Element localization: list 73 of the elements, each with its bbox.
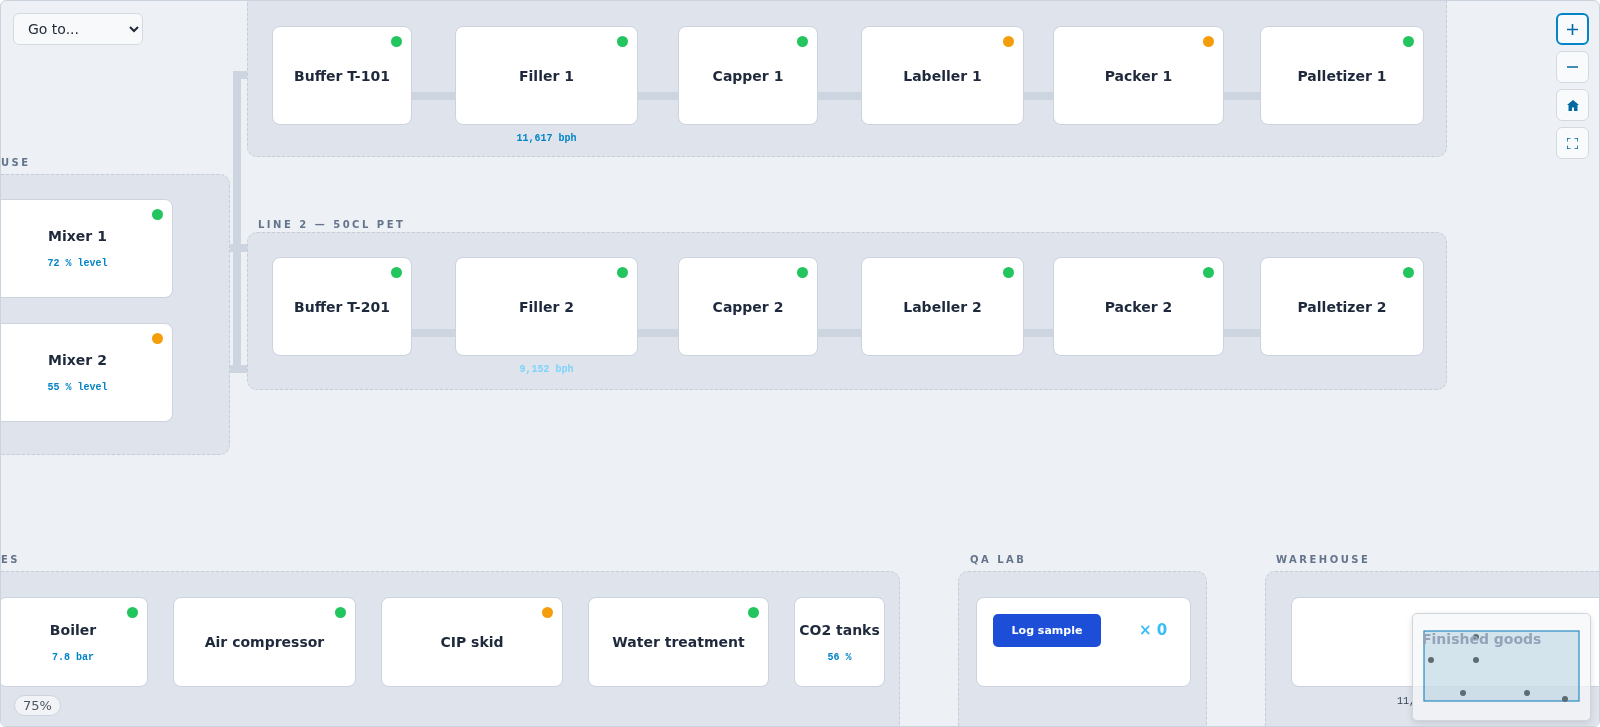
pipe-connector	[818, 329, 861, 337]
node-card[interactable]: Buffer T-201	[272, 257, 412, 356]
goto-select[interactable]: Go to...	[13, 13, 143, 45]
node-name: CO2 tanks	[799, 621, 880, 638]
node-name: Capper 1	[712, 67, 784, 84]
node-card[interactable]: Capper 1	[678, 26, 818, 125]
node-name: Mixer 1	[48, 228, 107, 244]
node-name: Filler 1	[519, 67, 574, 84]
fit-view-button[interactable]	[1556, 127, 1589, 159]
node-card[interactable]: CIP skid	[381, 597, 563, 687]
pipe-connector	[1024, 92, 1053, 100]
node-card[interactable]: Palletizer 1	[1260, 26, 1424, 125]
pipe-connector	[818, 92, 861, 100]
zoom-out-button[interactable]	[1556, 51, 1589, 83]
node-name: Air compressor	[204, 634, 325, 650]
node-name: Packer 2	[1104, 298, 1173, 315]
node-card[interactable]: Labeller 2	[861, 257, 1024, 356]
group-label: LINE 2 — 50CL PET	[258, 219, 406, 230]
node-name: Packer 1	[1104, 67, 1173, 84]
node-card[interactable]: Boiler 7.8 bar	[1, 597, 148, 687]
node-name: Filler 2	[519, 298, 574, 315]
pipe-connector	[1024, 329, 1053, 337]
node-card[interactable]: Filler 1	[455, 26, 638, 125]
node-name: Labeller 2	[903, 298, 982, 315]
node-name: Water treatment	[612, 634, 745, 650]
node-card[interactable]: Capper 2	[678, 257, 818, 356]
node-card[interactable]: Buffer T-101	[272, 26, 412, 125]
zoom-in-button[interactable]	[1556, 13, 1589, 45]
node-card[interactable]: Water treatment	[588, 597, 769, 687]
node-name: Boiler	[49, 621, 97, 638]
minus-icon	[1567, 66, 1578, 68]
pipe-connector	[638, 329, 678, 337]
group-label: WAREHOUSE	[1276, 554, 1371, 565]
node-card[interactable]: CO2 tanks 56 %	[794, 597, 885, 687]
node-card[interactable]: Palletizer 2	[1260, 257, 1424, 356]
node-metric: 11,617 bph	[516, 133, 577, 144]
group-label: QA LAB	[970, 554, 1027, 565]
node-name: Palletizer 2	[1297, 298, 1387, 315]
node-card[interactable]: Labeller 1	[861, 26, 1024, 125]
node-card[interactable]: Mixer 2 55 % level	[1, 323, 173, 422]
node-metric: 55 % level	[47, 382, 108, 393]
node-name: Buffer T-201	[294, 298, 390, 315]
node-metric: 72 % level	[47, 258, 108, 269]
pipe-connector	[638, 92, 678, 100]
expand-icon	[1567, 137, 1578, 149]
group-label: ES	[1, 554, 21, 565]
node-name: Labeller 1	[903, 67, 982, 84]
plus-icon	[1567, 23, 1578, 35]
pipe-connector	[412, 92, 455, 100]
node-card[interactable]: Mixer 1 72 % level	[1, 199, 173, 298]
node-metric: 11,	[1397, 696, 1415, 707]
log-sample-button[interactable]: Log sample	[993, 614, 1101, 647]
group-label: USE	[1, 157, 31, 168]
pipe-connector	[412, 329, 455, 337]
node-metric: 9,152 bph	[519, 364, 574, 375]
node-name: Capper 2	[712, 298, 784, 315]
node-card[interactable]: Filler 2	[455, 257, 638, 356]
node-name: Mixer 2	[48, 352, 107, 368]
zoom-level: 75%	[14, 695, 61, 716]
node-metric: 7.8 bar	[52, 651, 94, 663]
pipe-connector	[1224, 329, 1260, 337]
node-metric: 56 %	[827, 651, 852, 663]
node-card[interactable]: Air compressor	[173, 597, 356, 687]
node-name: CIP skid	[440, 634, 504, 650]
home-icon	[1566, 99, 1579, 111]
node-name: Palletizer 1	[1297, 67, 1387, 84]
pipe-connector	[1224, 92, 1260, 100]
node-card[interactable]: Packer 1	[1053, 26, 1224, 125]
node-card[interactable]: Packer 2	[1053, 257, 1224, 356]
minimap[interactable]	[1412, 613, 1591, 721]
home-button[interactable]	[1556, 89, 1589, 121]
sample-count: × 0	[1139, 621, 1168, 639]
node-name: Buffer T-101	[294, 67, 390, 84]
